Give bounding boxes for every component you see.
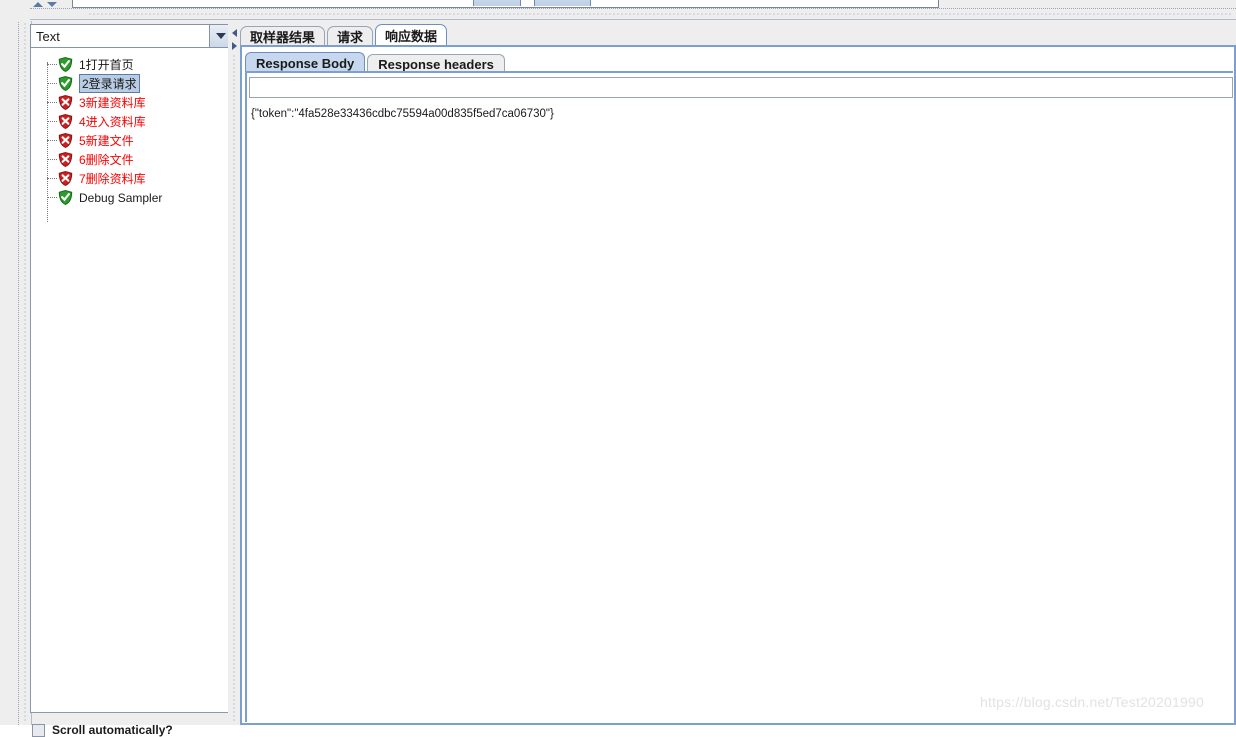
- render-type-value: Text: [36, 28, 60, 44]
- tree-item-label: 1打开首页: [79, 58, 134, 72]
- green-shield-check-icon: [58, 190, 73, 205]
- checkbox-box[interactable]: [32, 723, 45, 737]
- triangle-down-icon[interactable]: [47, 2, 57, 7]
- tree-elbow-line: [47, 140, 57, 141]
- response-body-textarea[interactable]: {"token":"4fa528e33436cdbc75594a00d835f5…: [249, 102, 1233, 722]
- chevron-down-glyph: [216, 33, 226, 39]
- results-tree-panel: Text 1打开首页 2登录请求 3新建资料库 4进入资料库 5新建文件 6删除文件 7删除…: [30, 22, 233, 737]
- tree-elbow-line: [47, 159, 57, 160]
- render-type-combobox[interactable]: Text: [30, 24, 233, 48]
- tree-elbow-line: [47, 64, 57, 65]
- tree-item-1[interactable]: 1打开首页: [31, 55, 232, 74]
- green-shield-check-icon: [58, 76, 73, 91]
- jmeter-view-results-tree-window: Text 1打开首页 2登录请求 3新建资料库 4进入资料库 5新建文件 6删除文件 7删除…: [0, 0, 1236, 737]
- tree-elbow-line: [47, 83, 57, 84]
- tree-elbow-line: [47, 102, 57, 103]
- triangle-right-icon[interactable]: [232, 42, 237, 50]
- green-shield-check-icon: [58, 57, 73, 72]
- tree-item-3[interactable]: 3新建资料库: [31, 93, 232, 112]
- scroll-automatically-label: Scroll automatically?: [52, 723, 173, 737]
- tab-1[interactable]: 取样器结果: [240, 26, 326, 46]
- tree-item-2[interactable]: 2登录请求: [31, 74, 232, 93]
- horizontal-splitter-grip-dots: [88, 12, 1232, 15]
- response-body-text: {"token":"4fa528e33436cdbc75594a00d835f5…: [251, 108, 554, 120]
- tree-elbow-line: [47, 178, 57, 179]
- inner-splitter-grip-dots: [232, 54, 235, 721]
- tree-elbow-line: [47, 121, 57, 122]
- splitter-grip-dots: [23, 2, 26, 723]
- cropped-button-1[interactable]: [473, 0, 521, 6]
- response-body-pane: {"token":"4fa528e33436cdbc75594a00d835f5…: [245, 71, 1233, 722]
- tree-item-label: Debug Sampler: [79, 190, 163, 205]
- red-shield-x-icon: [58, 114, 73, 129]
- tree-root: 1打开首页 2登录请求 3新建资料库 4进入资料库 5新建文件 6删除文件 7删除资料库 De…: [31, 55, 232, 222]
- result-detail-panel: 取样器结果 请求 响应数据 Response Body Response header…: [240, 22, 1236, 725]
- response-data-pane: Response Body Response headers {"token":"…: [240, 45, 1236, 725]
- tree-item-label: 5新建文件: [79, 134, 134, 148]
- tab-3-active[interactable]: 响应数据: [375, 24, 448, 46]
- tree-item-7[interactable]: 7删除资料库: [31, 169, 232, 188]
- watermark-text: https://blog.csdn.net/Test20201990: [980, 694, 1204, 710]
- scroll-automatically-checkbox[interactable]: Scroll automatically?: [32, 723, 173, 737]
- tree-item-label: 3新建资料库: [79, 96, 146, 110]
- triangle-left-icon[interactable]: [232, 29, 237, 37]
- triangle-up-icon[interactable]: [33, 2, 43, 7]
- inner-vertical-splitter[interactable]: [228, 22, 240, 725]
- red-shield-x-icon: [58, 133, 73, 148]
- red-shield-x-icon: [58, 171, 73, 186]
- cropped-button-2[interactable]: [534, 0, 591, 6]
- result-tabbar: 取样器结果 请求 响应数据: [240, 22, 449, 46]
- window-left-edge: [0, 0, 18, 725]
- tree-item-6[interactable]: 6删除文件: [31, 150, 232, 169]
- tree-item-label: 6删除文件: [79, 153, 134, 167]
- tree-item-label: 2登录请求: [79, 74, 140, 93]
- tab-2[interactable]: 请求: [327, 26, 374, 46]
- red-shield-x-icon: [58, 95, 73, 110]
- search-input[interactable]: [249, 77, 1233, 98]
- tree-item-8[interactable]: Debug Sampler: [31, 188, 232, 207]
- tree-item-label: 4进入资料库: [79, 115, 146, 129]
- response-subtabbar: Response Body Response headers: [245, 50, 507, 73]
- subtab-1-active[interactable]: Response Body: [245, 52, 366, 73]
- horizontal-splitter[interactable]: [30, 8, 1236, 20]
- tree-item-4[interactable]: 4进入资料库: [31, 112, 232, 131]
- sampler-results-tree[interactable]: 1打开首页 2登录请求 3新建资料库 4进入资料库 5新建文件 6删除文件 7删除资料库 De…: [30, 48, 233, 713]
- tree-item-label: 7删除资料库: [79, 172, 146, 186]
- top-cropped-toolbar-area: [0, 0, 1236, 21]
- red-shield-x-icon: [58, 152, 73, 167]
- tree-item-5[interactable]: 5新建文件: [31, 131, 232, 150]
- tree-elbow-line: [47, 197, 57, 198]
